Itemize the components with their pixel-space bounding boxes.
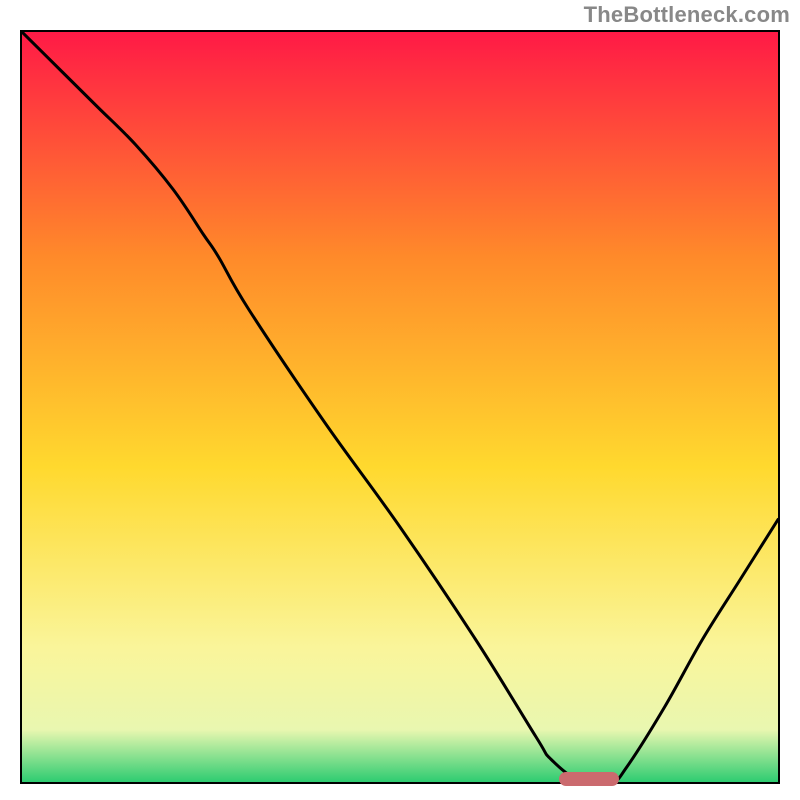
chart-svg bbox=[22, 32, 778, 782]
plot-frame bbox=[20, 30, 780, 784]
watermark-text: TheBottleneck.com bbox=[584, 2, 790, 28]
chart-root: { "watermark": { "text": "TheBottleneck.… bbox=[0, 0, 800, 800]
optimum-marker bbox=[559, 772, 619, 786]
plot-area bbox=[22, 32, 778, 782]
